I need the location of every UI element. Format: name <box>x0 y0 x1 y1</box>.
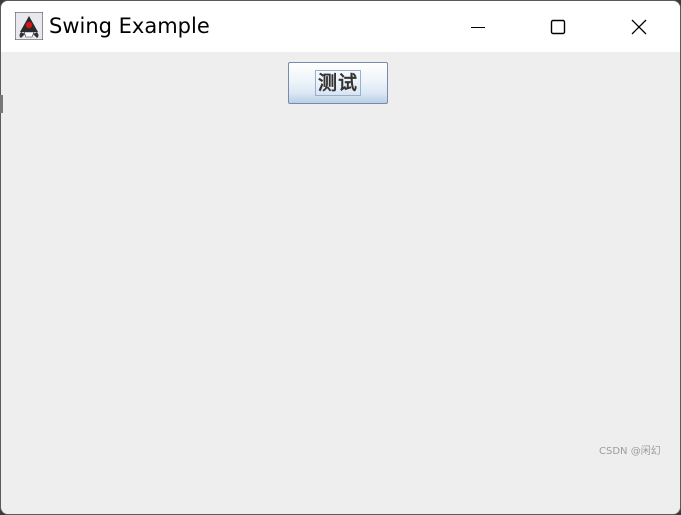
window-edge-mark <box>0 95 3 113</box>
test-button-label: 测试 <box>314 70 361 96</box>
watermark: CSDN @闲幻 <box>599 446 661 457</box>
content-pane: 测试 <box>1 52 680 514</box>
maximize-button[interactable] <box>518 1 598 52</box>
title-bar[interactable]: Swing Example <box>1 1 680 52</box>
window-title: Swing Example <box>49 14 210 38</box>
minimize-button[interactable] <box>438 1 518 52</box>
app-window: Swing Example 测试 CSDN @闲幻 <box>0 0 681 515</box>
close-icon <box>631 19 647 34</box>
maximize-icon <box>550 19 566 34</box>
java-duke-icon <box>15 12 43 40</box>
test-button[interactable]: 测试 <box>288 62 388 104</box>
minimize-icon <box>471 26 485 28</box>
close-button[interactable] <box>599 1 679 52</box>
